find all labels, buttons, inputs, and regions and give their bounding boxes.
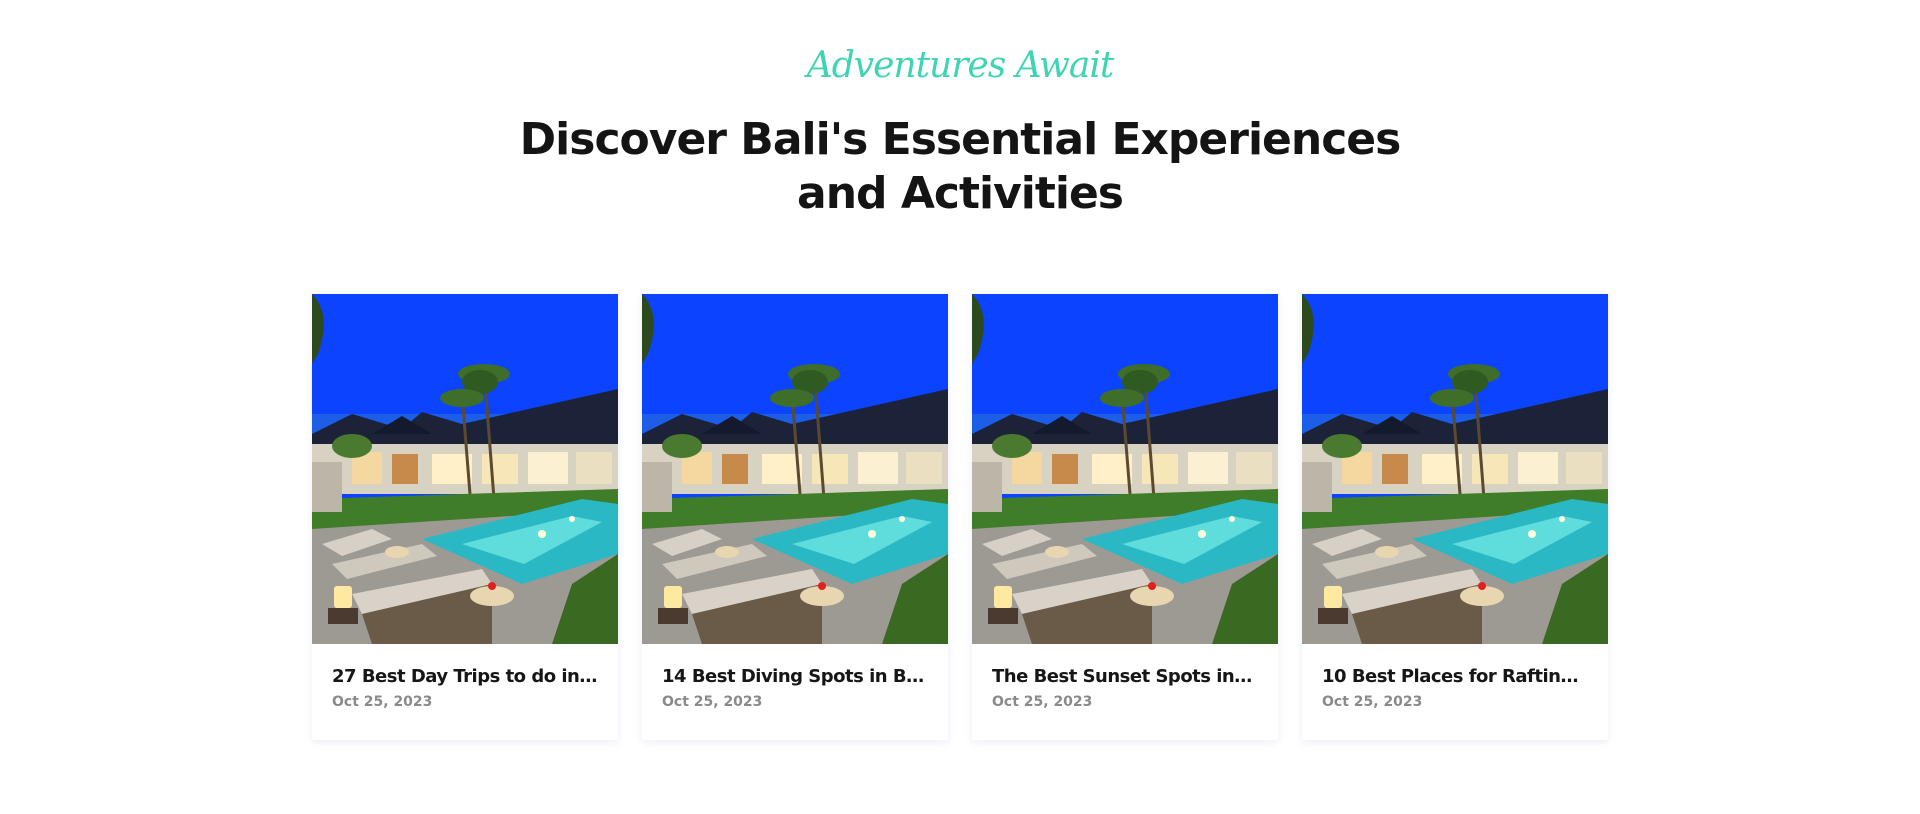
experience-card[interactable]: 27 Best Day Trips to do in Bali Oct 25, …: [312, 294, 618, 740]
section-headline: Discover Bali's Essential Experiences an…: [460, 113, 1460, 221]
experience-card[interactable]: 10 Best Places for Rafting i... Oct 25, …: [1302, 294, 1608, 740]
card-photo[interactable]: [972, 294, 1278, 644]
card-date: Oct 25, 2023: [992, 694, 1093, 710]
card-title[interactable]: 27 Best Day Trips to do in Bali: [332, 664, 598, 690]
villa-pool-image: [972, 294, 1278, 644]
card-body: 27 Best Day Trips to do in Bali Oct 25, …: [312, 644, 618, 712]
card-date: Oct 25, 2023: [332, 694, 433, 710]
experience-card[interactable]: The Best Sunset Spots in Bali Oct 25, 20…: [972, 294, 1278, 740]
card-photo[interactable]: [1302, 294, 1608, 644]
card-title[interactable]: 14 Best Diving Spots in Bali: [662, 664, 928, 690]
villa-pool-image: [312, 294, 618, 644]
villa-pool-image: [1302, 294, 1608, 644]
headline-line-2: and Activities: [797, 168, 1124, 219]
card-title[interactable]: 10 Best Places for Rafting i...: [1322, 664, 1588, 690]
headline-line-1: Discover Bali's Essential Experiences: [519, 114, 1402, 165]
card-body: 14 Best Diving Spots in Bali Oct 25, 202…: [642, 644, 948, 712]
card-date: Oct 25, 2023: [662, 694, 763, 710]
section-eyebrow: Adventures Await: [806, 45, 1115, 86]
card-date: Oct 25, 2023: [1322, 694, 1423, 710]
card-body: 10 Best Places for Rafting i... Oct 25, …: [1302, 644, 1608, 712]
card-title[interactable]: The Best Sunset Spots in Bali: [992, 664, 1258, 690]
page: Adventures Await Discover Bali's Essenti…: [0, 0, 1920, 814]
card-photo[interactable]: [642, 294, 948, 644]
card-body: The Best Sunset Spots in Bali Oct 25, 20…: [972, 644, 1278, 712]
card-photo[interactable]: [312, 294, 618, 644]
experience-cards: 27 Best Day Trips to do in Bali Oct 25, …: [312, 294, 1608, 740]
villa-pool-image: [642, 294, 948, 644]
experience-card[interactable]: 14 Best Diving Spots in Bali Oct 25, 202…: [642, 294, 948, 740]
